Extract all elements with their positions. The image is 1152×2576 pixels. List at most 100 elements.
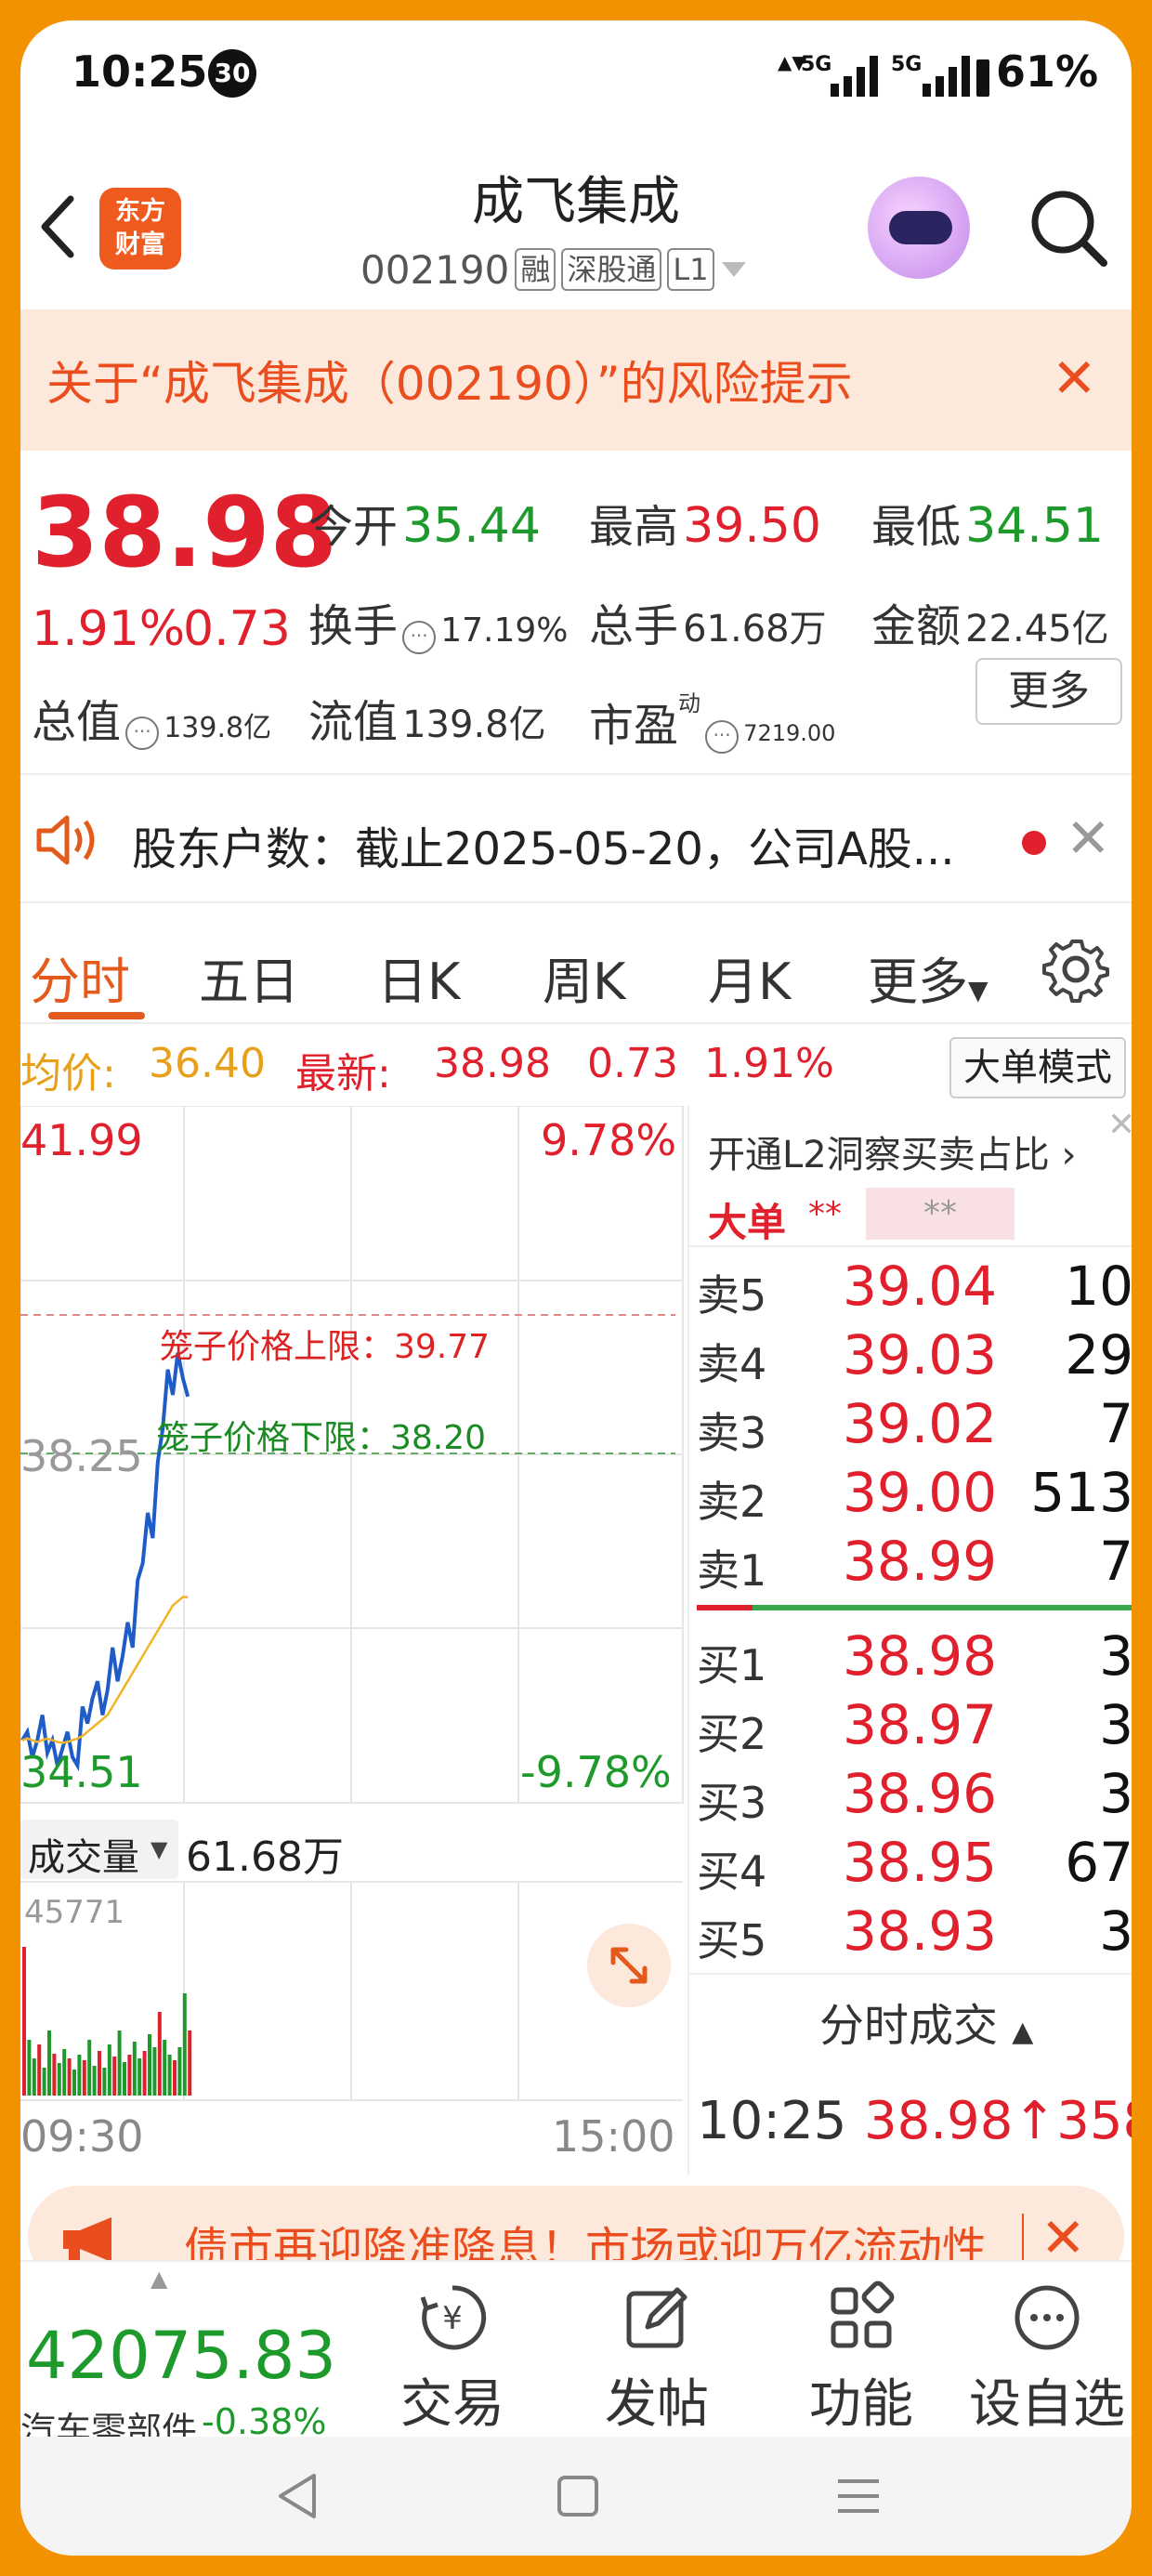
volume-label: 总手 (589, 600, 679, 652)
big-order-stars-2: ** (866, 1188, 1015, 1240)
l2-promo-text: 开通L2洞察买卖占比 (708, 1134, 1050, 1176)
ask-level-label: 卖4 (697, 1339, 767, 1389)
volume-bar (177, 2047, 182, 2096)
bid-level-label: 买4 (697, 1847, 767, 1897)
high-field: 最高 39.50 (589, 490, 821, 555)
stock-code-row[interactable]: 002190 融 深股通 L1 (360, 242, 748, 297)
upper-limit-label: 笼子价格上限：39.77 (160, 1328, 491, 1366)
volume-max-label: 45771 (24, 1894, 125, 1931)
risk-notice-bar[interactable]: 关于“成飞集成（002190）”的风险提示 ✕ (20, 309, 1132, 451)
ask-volume: 513 (1030, 1461, 1132, 1524)
expand-icon (610, 1947, 648, 1984)
l2-promo-link[interactable]: 开通L2洞察买卖占比 › (708, 1124, 1076, 1178)
bid-row[interactable]: 买4 38.95 67 (689, 1831, 1132, 1899)
ask-price: 39.00 (843, 1461, 998, 1524)
volume-bar (152, 2047, 157, 2096)
close-icon[interactable]: ✕ (1052, 347, 1097, 410)
bid-ask-ratio-green (753, 1605, 1132, 1610)
big-order-mode-button[interactable]: 大单模式 (949, 1037, 1126, 1098)
ask-price: 39.02 (843, 1392, 998, 1455)
ask-row[interactable]: 卖5 39.04 10 (689, 1255, 1132, 1323)
tab-more[interactable]: 更多▼ (868, 940, 988, 1014)
signal-icon-2: 5G (891, 53, 989, 97)
info-icon[interactable]: ··· (125, 716, 160, 750)
volume-bar (117, 2031, 122, 2096)
amount-value: 22.45亿 (965, 608, 1109, 651)
bid-row[interactable]: 买5 38.93 3 (689, 1899, 1132, 1968)
tab-daily-k[interactable]: 日K (377, 940, 460, 1014)
chevron-up-icon[interactable]: ▲ (151, 2266, 167, 2292)
nav-trade[interactable]: ¥ 交易 (355, 2280, 550, 2438)
tab-five-day[interactable]: 五日 (199, 940, 299, 1014)
latest-change: 0.73 (587, 1040, 678, 1087)
volume-bar (27, 2040, 32, 2096)
notification-badge: 30 (208, 49, 256, 98)
menu-icon[interactable] (831, 2468, 886, 2524)
app-screen: 10:25 30 ▲▼ 5G 5G 61% 东方 财富 成飞集成 002190 … (20, 20, 1132, 2556)
nav-add-watchlist[interactable]: 设自选 (949, 2280, 1132, 2438)
bid-level-label: 买1 (697, 1640, 767, 1690)
axis-top-pct: 9.78% (541, 1115, 677, 1165)
change-amount: 0.73 (183, 601, 291, 657)
robot-face (889, 211, 952, 244)
ask-price: 39.03 (843, 1323, 998, 1387)
nav-features[interactable]: 功能 (764, 2280, 959, 2438)
volume-bar (188, 2031, 192, 2096)
volume-bar (57, 2063, 61, 2096)
volume-indicator-label: 成交量 (28, 1836, 139, 1879)
more-button[interactable]: 更多 (975, 658, 1122, 725)
bid-price: 38.97 (843, 1693, 998, 1756)
info-icon[interactable]: ··· (402, 620, 437, 654)
turnover-value: 17.19% (440, 611, 569, 650)
ask-row[interactable]: 卖3 39.02 7 (689, 1392, 1132, 1461)
ask-row[interactable]: 卖4 39.03 29 (689, 1323, 1132, 1392)
bid-volume: 3 (1099, 1899, 1132, 1963)
search-icon[interactable] (1024, 183, 1113, 272)
volume-bar (77, 2055, 82, 2096)
megaphone-icon (63, 2217, 111, 2264)
info-icon[interactable]: ··· (705, 719, 740, 754)
volume-bar (92, 2066, 97, 2096)
dropdown-triangle-icon (721, 262, 746, 277)
big-order-label: 大单 (708, 1200, 787, 1245)
bid-row[interactable]: 买3 38.96 3 (689, 1762, 1132, 1831)
close-icon[interactable]: ✕ (1107, 1106, 1132, 1144)
mktcap-label: 总值 (32, 696, 122, 748)
tab-intraday[interactable]: 分时 (30, 940, 130, 1014)
tab-weekly-k[interactable]: 周K (543, 940, 625, 1014)
expand-button[interactable] (587, 1924, 671, 2007)
risk-notice-text: 关于“成飞集成（002190）”的风险提示 (46, 357, 853, 411)
ask-row[interactable]: 卖2 39.00 513 (689, 1461, 1132, 1530)
float-value: 139.8亿 (402, 703, 546, 746)
svg-text:¥: ¥ (442, 2300, 463, 2337)
back-icon[interactable] (269, 2468, 325, 2524)
tag-level: L1 (667, 248, 714, 291)
mktcap-field[interactable]: 总值 ··· 139.8亿 (32, 685, 271, 750)
ask-row[interactable]: 卖1 38.99 7 (689, 1530, 1132, 1598)
ask-level-label: 卖1 (697, 1545, 767, 1596)
intraday-chart[interactable]: 41.99 9.78% 38.25 34.51 -9.78% 笼子价格上限：39… (20, 1106, 685, 2175)
trades-toggle[interactable]: 分时成交 ▲ (819, 1989, 1033, 2054)
divider (689, 1973, 1132, 1975)
volume-value: 61.68万 (683, 608, 827, 651)
tab-monthly-k[interactable]: 月K (708, 940, 791, 1014)
pe-field[interactable]: 市盈动 ··· 7219.00 (589, 685, 835, 754)
home-icon[interactable] (550, 2468, 606, 2524)
amount-field: 金额 22.45亿 (871, 589, 1109, 654)
open-field: 今开 35.44 (308, 490, 541, 555)
bid-row[interactable]: 买2 38.97 3 (689, 1693, 1132, 1762)
system-nav-bar (20, 2437, 1132, 2556)
announcement-bar[interactable]: 股东户数：截止2025-05-20，公司A股... ✕ (20, 773, 1132, 903)
bid-row[interactable]: 买1 38.98 3 (689, 1624, 1132, 1693)
sector-index-value[interactable]: 42075.83 (26, 2318, 336, 2394)
ask-price: 38.99 (843, 1530, 998, 1593)
ask-volume: 10 (1065, 1255, 1132, 1318)
gear-icon[interactable] (1042, 936, 1109, 1003)
close-icon[interactable]: ✕ (1066, 807, 1111, 870)
lower-limit-label: 笼子价格下限：38.20 (156, 1419, 487, 1457)
bid-volume: 67 (1065, 1831, 1132, 1894)
nav-post[interactable]: 发帖 (559, 2280, 754, 2438)
volume-indicator-select[interactable]: 成交量 ▼ (20, 1820, 178, 1879)
turnover-field[interactable]: 换手 ··· 17.19% (308, 589, 568, 654)
trade-icon: ¥ (420, 2285, 487, 2350)
